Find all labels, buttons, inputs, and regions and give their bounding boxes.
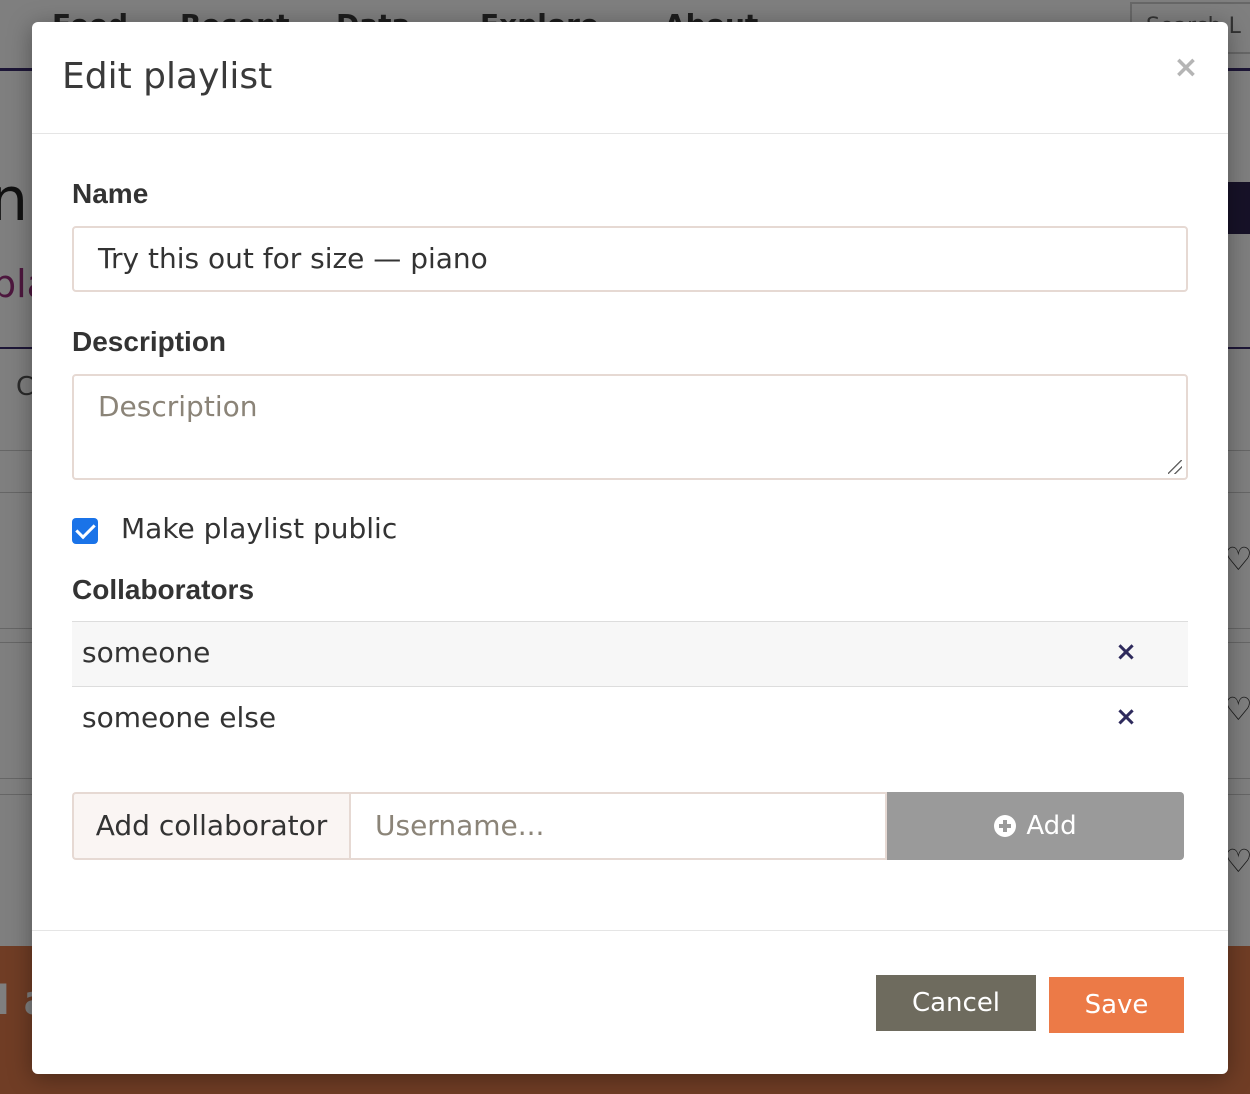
collaborators-label: Collaborators — [72, 574, 255, 605]
public-checkbox-label[interactable]: Make playlist public — [121, 512, 397, 545]
username-input[interactable]: Username... — [349, 792, 887, 860]
close-icon[interactable]: × — [1170, 50, 1202, 86]
public-checkbox[interactable] — [72, 518, 98, 544]
modal-title: Edit playlist — [62, 56, 273, 97]
plus-circle-icon — [994, 815, 1017, 837]
collaborators-list: someone × someone else × — [72, 621, 1188, 751]
name-input[interactable]: Try this out for size — piano — [72, 226, 1188, 292]
remove-collaborator-icon[interactable]: × — [1114, 634, 1138, 670]
modal-footer-divider — [32, 930, 1228, 931]
description-label: Description — [72, 326, 227, 357]
edit-playlist-modal: Edit playlist × Name Try this out for si… — [32, 22, 1228, 1074]
modal-header: Edit playlist × — [32, 22, 1228, 134]
collaborator-name: someone else — [82, 701, 277, 734]
collaborator-row: someone × — [72, 621, 1188, 686]
add-button-label: Add — [1026, 811, 1077, 841]
collaborator-name: someone — [82, 636, 211, 669]
description-textarea[interactable]: Description — [72, 374, 1188, 480]
remove-collaborator-icon[interactable]: × — [1114, 699, 1138, 735]
name-label: Name — [72, 178, 149, 209]
save-button[interactable]: Save — [1049, 977, 1184, 1033]
add-collaborator-button[interactable]: Add — [887, 792, 1184, 860]
description-placeholder: Description — [98, 390, 258, 423]
cancel-button[interactable]: Cancel — [876, 975, 1036, 1031]
collaborator-row: someone else × — [72, 686, 1188, 751]
checkmark-icon — [75, 518, 96, 540]
add-collaborator-group: Add collaborator Username... Add — [72, 792, 1184, 860]
add-collaborator-addon: Add collaborator — [72, 792, 349, 860]
resize-handle-icon[interactable] — [1168, 460, 1182, 474]
